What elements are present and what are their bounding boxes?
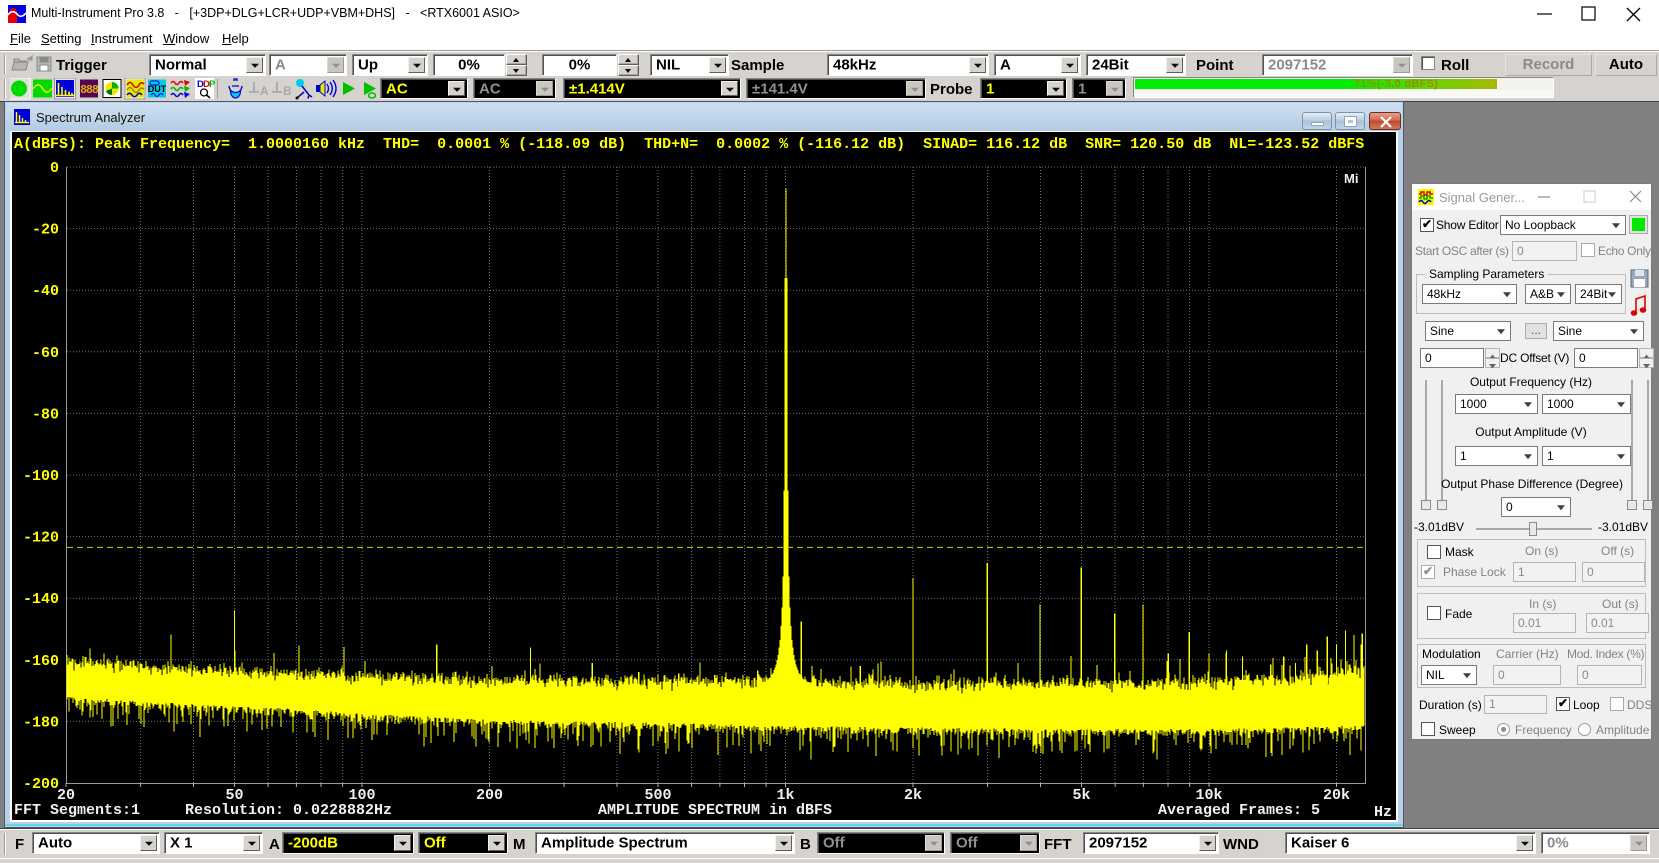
svg-text:888: 888 bbox=[80, 84, 99, 97]
svg-text:-160: -160 bbox=[23, 653, 59, 670]
svg-text:-120: -120 bbox=[23, 530, 59, 547]
svg-text:-80: -80 bbox=[32, 406, 59, 423]
svg-text:0: 0 bbox=[50, 160, 59, 177]
svg-text:Averaged Frames: 5: Averaged Frames: 5 bbox=[1158, 802, 1320, 819]
svg-text:FFT Segments:1: FFT Segments:1 bbox=[14, 802, 140, 819]
svg-text:B: B bbox=[283, 84, 292, 98]
svg-text:P: P bbox=[209, 79, 216, 90]
svg-text:20k: 20k bbox=[1323, 787, 1350, 804]
svg-text:-180: -180 bbox=[23, 714, 59, 731]
svg-text:-200: -200 bbox=[23, 776, 59, 793]
svg-text:Resolution: 0.0228882Hz: Resolution: 0.0228882Hz bbox=[185, 802, 392, 819]
svg-text:-20: -20 bbox=[32, 222, 59, 239]
svg-text:-100: -100 bbox=[23, 468, 59, 485]
svg-text:-60: -60 bbox=[32, 345, 59, 362]
svg-text:-40: -40 bbox=[32, 283, 59, 300]
svg-text:5k: 5k bbox=[1072, 787, 1090, 804]
svg-text:-140: -140 bbox=[23, 591, 59, 608]
svg-text:DUT: DUT bbox=[148, 84, 167, 94]
svg-text:AMPLITUDE SPECTRUM in dBFS: AMPLITUDE SPECTRUM in dBFS bbox=[598, 802, 832, 819]
svg-text:A: A bbox=[260, 84, 269, 98]
svg-text:200: 200 bbox=[476, 787, 503, 804]
svg-text:2k: 2k bbox=[904, 787, 922, 804]
svg-text:Mi: Mi bbox=[1344, 171, 1358, 186]
svg-text:Hz: Hz bbox=[1374, 804, 1392, 820]
